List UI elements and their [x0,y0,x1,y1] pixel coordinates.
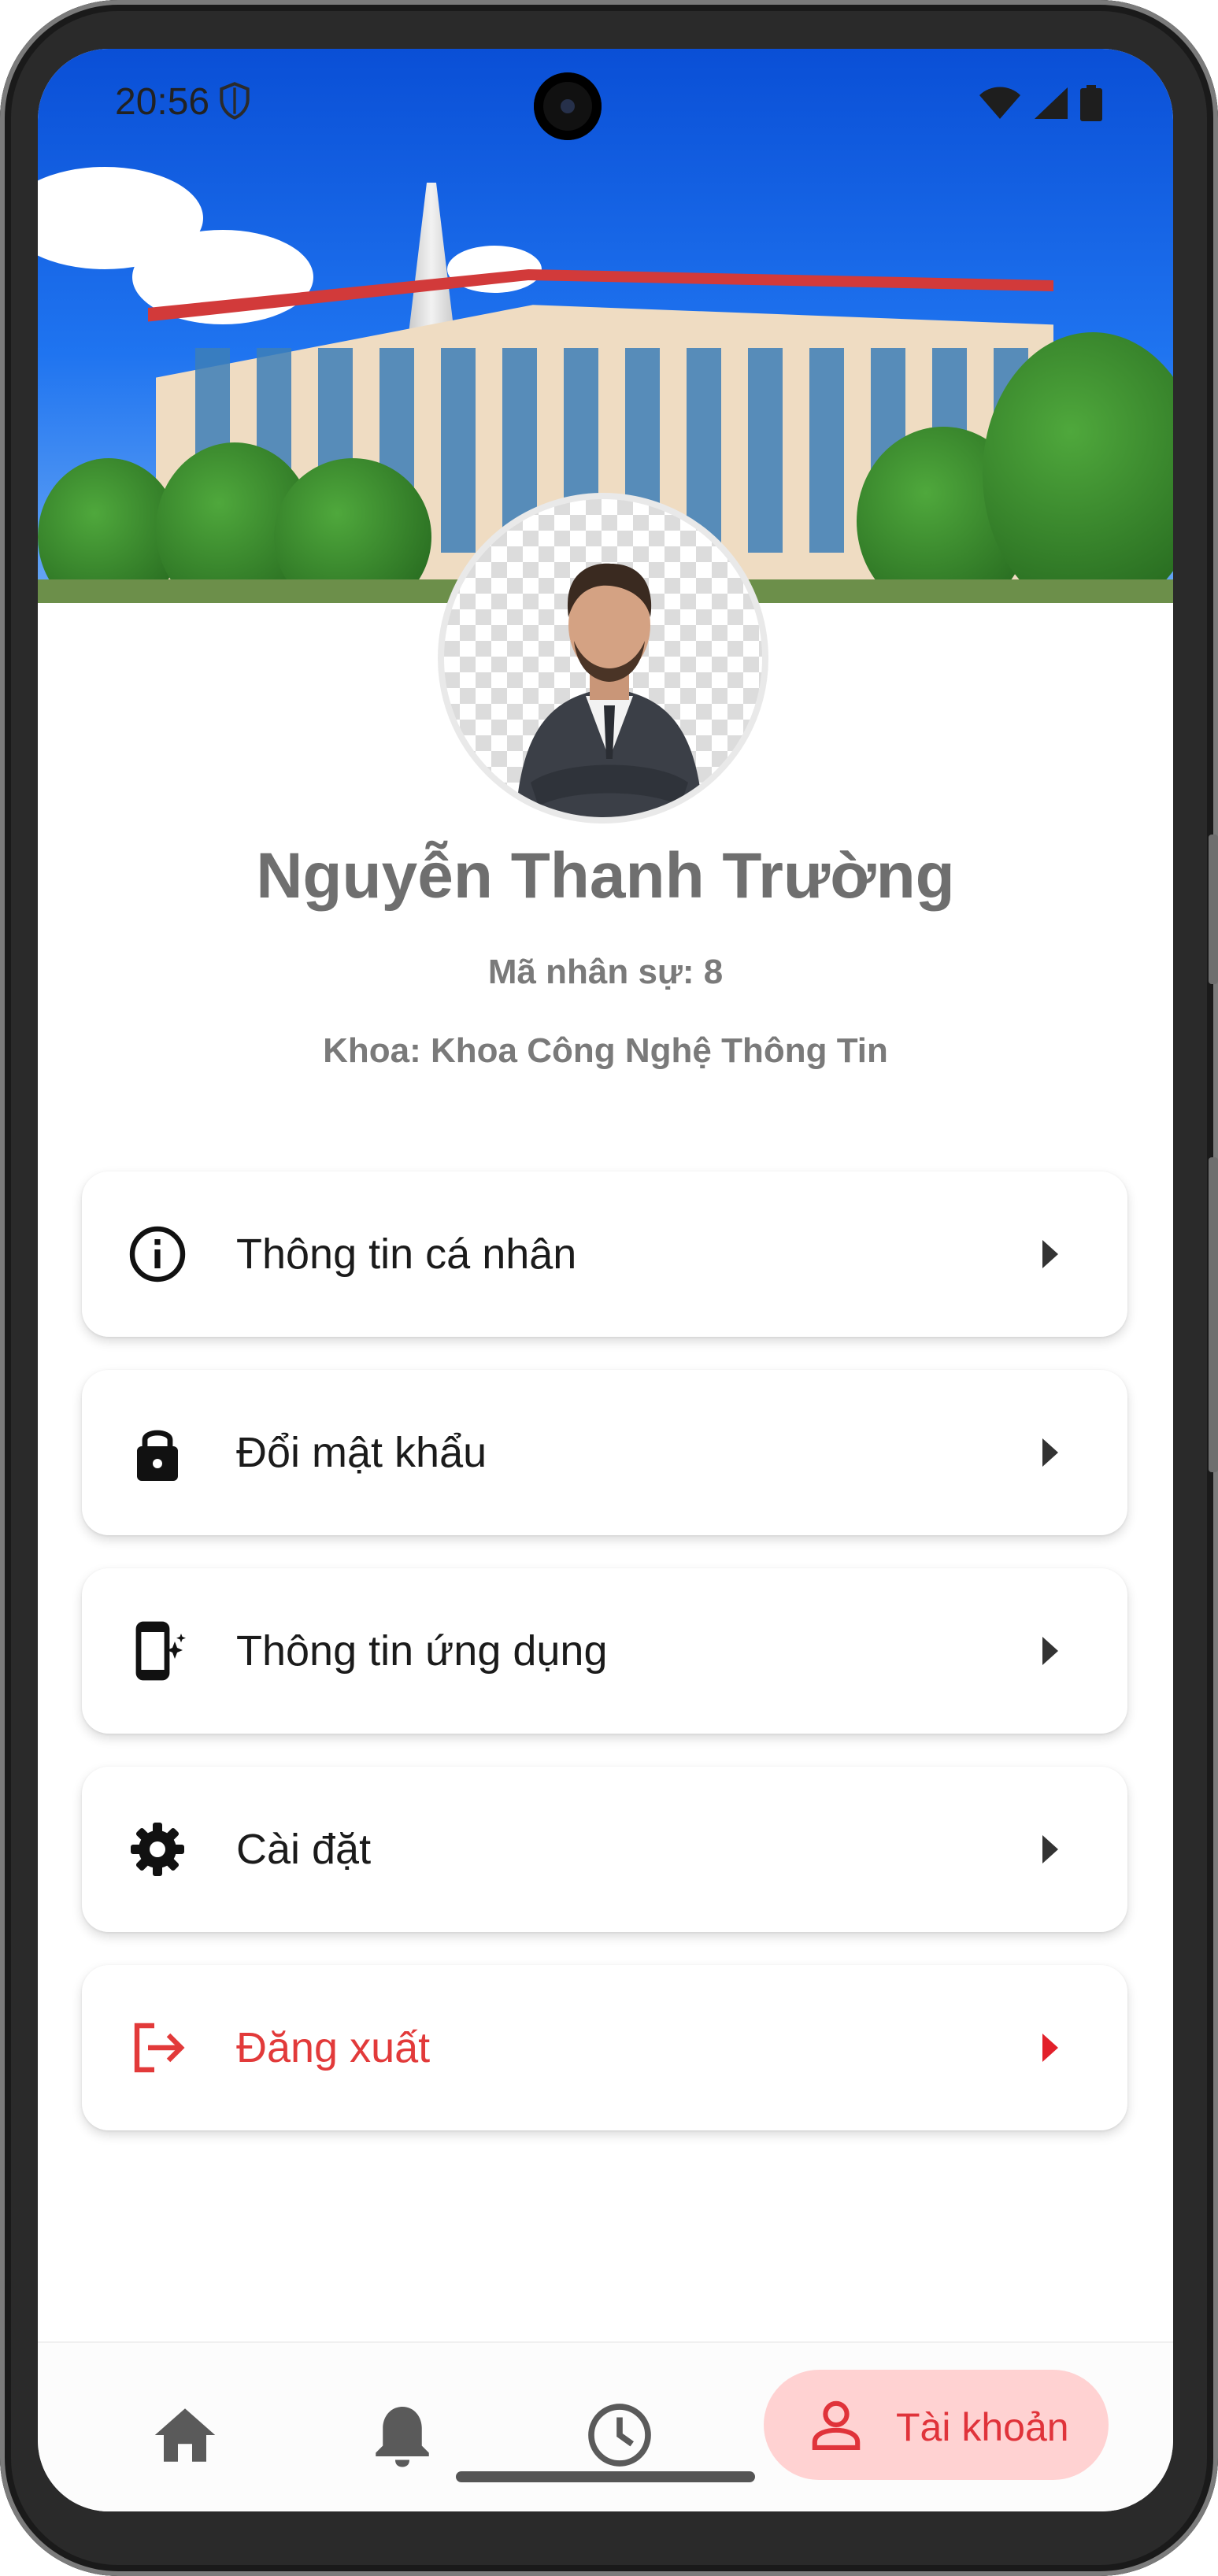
bottom-navigation: Tài khoản [38,2341,1173,2511]
menu-item-logout[interactable]: Đăng xuất [82,1965,1127,2130]
battery-icon [1080,85,1102,121]
bell-icon[interactable] [367,2400,438,2471]
menu-item-label: Cài đặt [236,1826,372,1873]
phone-frame: 20:56 Nguyễn Thanh Trường Mã nhân sự: 8 … [0,0,1218,2576]
menu-item-change-password[interactable]: Đổi mật khẩu [82,1370,1127,1535]
department: Khoa: Khoa Công Nghệ Thông Tin [323,1031,888,1070]
menu-item-personal-info[interactable]: Thông tin cá nhân [82,1171,1127,1337]
screen: 20:56 Nguyễn Thanh Trường Mã nhân sự: 8 … [38,49,1173,2511]
menu-item-settings[interactable]: Cài đặt [82,1767,1127,1932]
wifi-icon [979,87,1020,119]
signal-icon [1035,87,1068,119]
gear-icon [131,1823,184,1876]
person-icon [812,2400,861,2450]
profile-name: Nguyễn Thanh Trường [256,840,955,912]
avatar [438,493,768,824]
front-camera [534,72,602,140]
logout-icon [134,2023,185,2073]
chevron-right-icon [1042,2034,1058,2062]
menu-item-label: Đổi mật khẩu [236,1429,487,1476]
nav-account-button[interactable]: Tài khoản [764,2370,1109,2480]
nav-account-label: Tài khoản [896,2405,1069,2449]
menu-item-label: Đăng xuất [236,2024,431,2071]
app-info-icon [135,1621,186,1681]
menu-item-label: Thông tin ứng dụng [236,1627,608,1675]
clock-icon[interactable] [584,2400,655,2471]
avatar-portrait [515,563,704,817]
status-time: 20:56 [115,81,210,123]
system-icons [978,85,1102,121]
status-bar: 20:56 [38,49,1173,159]
chevron-right-icon [1042,1438,1058,1467]
home-indicator[interactable] [456,2471,755,2482]
side-button [1209,835,1218,984]
home-icon[interactable] [150,2400,220,2471]
shield-icon [220,82,250,120]
chevron-right-icon [1042,1240,1058,1268]
info-icon [129,1226,186,1282]
menu-item-label: Thông tin cá nhân [236,1231,577,1278]
chevron-right-icon [1042,1637,1058,1665]
radio-tower [408,183,455,340]
menu-item-app-info[interactable]: Thông tin ứng dụng [82,1568,1127,1734]
side-button [1209,1157,1218,1472]
employee-id: Mã nhân sự: 8 [487,953,724,991]
lock-icon [137,1430,178,1481]
chevron-right-icon [1042,1835,1058,1864]
